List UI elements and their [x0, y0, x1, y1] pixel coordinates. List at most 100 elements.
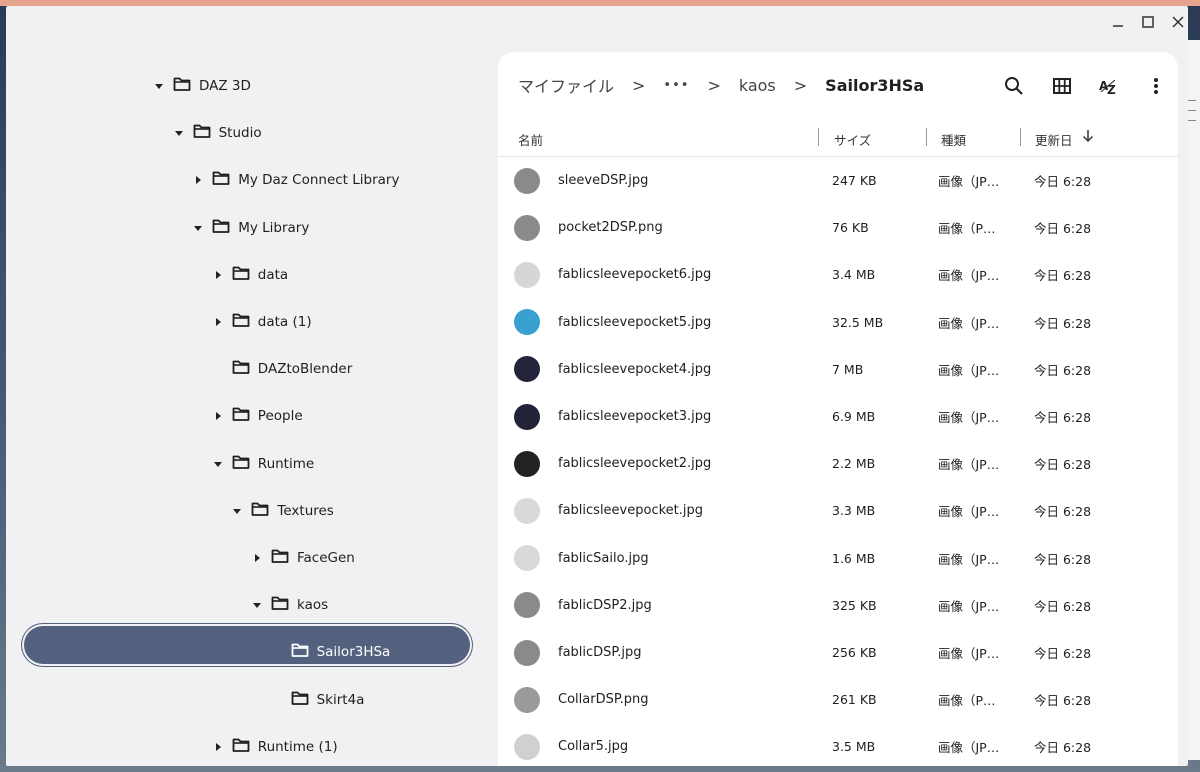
- file-row[interactable]: pocket2DSP.png 76 KB 画像（P… 今日 6:28: [498, 204, 1178, 251]
- tree-item[interactable]: Runtime (1): [210, 735, 338, 759]
- column-size[interactable]: サイズ: [834, 130, 871, 149]
- more-vert-icon[interactable]: [1142, 72, 1170, 100]
- tree-item[interactable]: Runtime: [210, 452, 314, 476]
- file-thumbnail: [514, 545, 540, 572]
- breadcrumb-separator: >: [707, 75, 721, 95]
- file-row[interactable]: fablicDSP.jpg 256 KB 画像（JP… 今日 6:28: [498, 629, 1178, 676]
- file-modified-date: 今日 6:28: [1034, 362, 1092, 378]
- file-row[interactable]: fablicsleevepocket6.jpg 3.4 MB 画像（JP… 今日 6:…: [498, 251, 1178, 298]
- file-modified-date: 今日 6:28: [1034, 693, 1092, 709]
- file-type: 画像（JP…: [938, 174, 1000, 189]
- expand-caret-right-icon[interactable]: [210, 408, 226, 424]
- tree-item-label: Textures: [277, 502, 334, 519]
- breadcrumb-parent[interactable]: kaos: [739, 76, 776, 95]
- column-type[interactable]: 種類: [941, 130, 966, 149]
- folder-icon: [285, 690, 317, 710]
- file-row[interactable]: fablicsleevepocket3.jpg 6.9 MB 画像（JP… 今日 6:…: [498, 393, 1178, 440]
- file-name: pocket2DSP.png: [558, 220, 663, 236]
- folder-icon: [206, 218, 238, 238]
- folder-icon: [245, 501, 277, 521]
- file-row[interactable]: fablicDSP2.jpg 325 KB 画像（JP… 今日 6:28: [498, 582, 1178, 629]
- tree-item-label: Runtime (1): [257, 738, 338, 755]
- file-modified-date: 今日 6:28: [1034, 268, 1092, 284]
- tree-item[interactable]: Sailor3HSa: [269, 640, 391, 664]
- file-modified-date: 今日 6:28: [1034, 410, 1092, 425]
- tree-item-label: Sailor3HSa: [316, 644, 391, 661]
- close-icon[interactable]: [1168, 12, 1188, 32]
- expand-caret-down-icon[interactable]: [210, 456, 226, 472]
- tree-item[interactable]: data: [210, 263, 288, 287]
- expand-caret-down-icon[interactable]: [190, 220, 206, 236]
- expand-caret-down-icon[interactable]: [249, 597, 265, 613]
- caret-spacer: [269, 692, 285, 708]
- tree-item-label: Skirt4a: [316, 691, 365, 708]
- file-type: 画像（JP…: [938, 410, 1000, 425]
- tree-item[interactable]: Skirt4a: [269, 688, 365, 712]
- file-modified-date: 今日 6:28: [1034, 740, 1092, 756]
- expand-caret-down-icon[interactable]: [151, 78, 167, 94]
- file-row[interactable]: Collar5.jpg 3.5 MB 画像（JP… 今日 6:28: [498, 723, 1178, 766]
- file-thumbnail: [514, 403, 540, 430]
- expand-caret-down-icon[interactable]: [229, 503, 245, 519]
- file-size: 3.4 MB: [832, 267, 876, 283]
- sort-arrow-down-icon[interactable]: [1082, 129, 1094, 146]
- sort-az-icon[interactable]: AZ: [1094, 72, 1122, 100]
- breadcrumb-separator: >: [632, 75, 646, 95]
- file-thumbnail: [514, 261, 540, 288]
- folder-icon: [285, 642, 317, 662]
- column-divider[interactable]: [818, 128, 819, 146]
- file-name: fablicsleevepocket5.jpg: [558, 314, 712, 330]
- maximize-icon[interactable]: [1138, 12, 1158, 32]
- search-icon[interactable]: [1000, 72, 1028, 100]
- file-thumbnail: [514, 592, 540, 619]
- tree-item[interactable]: data (1): [210, 310, 312, 334]
- file-name: Collar5.jpg: [558, 739, 629, 755]
- file-size: 256 KB: [832, 645, 877, 660]
- file-row[interactable]: fablicsleevepocket.jpg 3.3 MB 画像（JP… 今日 6:2…: [498, 487, 1178, 534]
- expand-caret-right-icon[interactable]: [190, 172, 206, 188]
- file-row[interactable]: fablicsleevepocket4.jpg 7 MB 画像（JP… 今日 6:28: [498, 346, 1178, 393]
- file-type: 画像（P…: [938, 221, 996, 237]
- tree-item-label: My Library: [238, 219, 310, 236]
- file-size: 247 KB: [832, 173, 877, 188]
- file-thumbnail: [514, 639, 540, 666]
- minimize-icon[interactable]: [1108, 12, 1128, 32]
- tree-item[interactable]: DAZtoBlender: [210, 357, 352, 381]
- expand-caret-right-icon[interactable]: [210, 739, 226, 755]
- tree-item[interactable]: kaos: [249, 593, 328, 617]
- folder-icon: [226, 406, 258, 426]
- file-name: fablicDSP2.jpg: [558, 597, 652, 613]
- file-modified-date: 今日 6:28: [1034, 646, 1092, 661]
- file-row[interactable]: fablicsleevepocket5.jpg 32.5 MB 画像（JP… 今日 6…: [498, 299, 1178, 346]
- file-size: 1.6 MB: [832, 550, 876, 566]
- expand-caret-right-icon[interactable]: [210, 314, 226, 330]
- column-divider[interactable]: [926, 128, 927, 146]
- breadcrumb-ellipsis[interactable]: •••: [663, 78, 689, 93]
- file-row[interactable]: fablicSailo.jpg 1.6 MB 画像（JP… 今日 6:28: [498, 535, 1178, 582]
- tree-item[interactable]: Studio: [171, 121, 262, 145]
- expand-caret-right-icon[interactable]: [249, 550, 265, 566]
- expand-caret-down-icon[interactable]: [171, 125, 187, 141]
- grid-view-icon[interactable]: [1048, 72, 1076, 100]
- expand-caret-right-icon[interactable]: [210, 267, 226, 283]
- tree-item[interactable]: My Library: [190, 216, 309, 240]
- breadcrumb-root[interactable]: マイファイル: [518, 73, 614, 97]
- column-name[interactable]: 名前: [518, 130, 543, 149]
- file-row[interactable]: fablicsleevepocket2.jpg 2.2 MB 画像（JP… 今日 6:…: [498, 440, 1178, 487]
- tree-item-label: kaos: [297, 597, 329, 614]
- column-date[interactable]: 更新日: [1035, 130, 1073, 149]
- column-divider[interactable]: [1020, 128, 1021, 146]
- tree-item[interactable]: People: [210, 404, 303, 428]
- file-row[interactable]: CollarDSP.png 261 KB 画像（P… 今日 6:28: [498, 676, 1178, 723]
- tree-item[interactable]: Textures: [229, 499, 334, 523]
- folder-icon: [226, 737, 258, 757]
- caret-spacer: [269, 644, 285, 660]
- file-modified-date: 今日 6:28: [1034, 551, 1092, 567]
- tree-item[interactable]: My Daz Connect Library: [190, 168, 399, 192]
- file-row[interactable]: sleeveDSP.jpg 247 KB 画像（JP… 今日 6:28: [498, 157, 1178, 204]
- tree-item[interactable]: DAZ 3D: [151, 74, 251, 98]
- tree-item[interactable]: FaceGen: [249, 546, 355, 570]
- file-type: 画像（JP…: [938, 598, 1000, 614]
- file-size: 7 MB: [832, 361, 864, 377]
- file-type: 画像（JP…: [938, 740, 1000, 756]
